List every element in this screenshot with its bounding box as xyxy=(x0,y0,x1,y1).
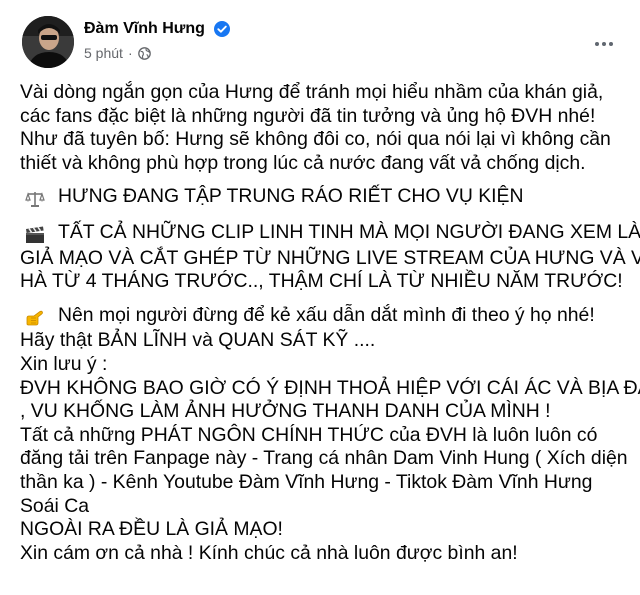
facebook-post: Đàm Vĩnh Hưng 5 phút · Vài dòng ngắn gọn… xyxy=(0,0,640,595)
meta-separator: · xyxy=(127,45,133,62)
pointing-line: Nên mọi người đừng để kẻ xấu dẫn dắt mìn… xyxy=(20,304,638,330)
body-line: Tất cả những PHÁT NGÔN CHÍNH THỨC của ĐV… xyxy=(20,423,598,446)
body-line: Như đã tuyên bố: Hưng sẽ không đôi co, n… xyxy=(20,128,611,151)
body-line: Xin lưu ý : xyxy=(20,352,108,375)
pointing-line-text: Nên mọi người đừng để kẻ xấu dẫn dắt mìn… xyxy=(58,303,595,326)
body-line: , VU KHỐNG LÀM ẢNH HƯỞNG THANH DANH CỦA … xyxy=(20,400,551,423)
body-line: HÀ TỪ 4 THÁNG TRƯỚC.., THẬM CHÍ LÀ TỪ NH… xyxy=(20,270,623,293)
post-header: Đàm Vĩnh Hưng 5 phút · xyxy=(22,16,622,70)
body-line: các fans đặc biệt là những người đã tin … xyxy=(20,104,596,127)
scales-line: HƯNG ĐANG TẬP TRUNG RÁO RIẾT CHO VỤ KIỆN xyxy=(20,185,638,211)
post-timestamp[interactable]: 5 phút xyxy=(84,45,123,61)
globe-icon[interactable] xyxy=(137,46,151,60)
clapper-board-icon xyxy=(22,223,48,247)
clapper-line-text: TẤT CẢ NHỮNG CLIP LINH TINH MÀ MỌI NGƯỜI… xyxy=(58,220,640,243)
author-name[interactable]: Đàm Vĩnh Hưng xyxy=(84,20,205,38)
body-line: NGOÀI RA ĐỀU LÀ GIẢ MẠO! xyxy=(20,518,283,541)
more-options-icon[interactable] xyxy=(586,26,622,62)
balance-scale-icon xyxy=(22,187,48,211)
body-line: Soái Ca xyxy=(20,494,89,517)
post-meta: 5 phút · xyxy=(84,45,230,61)
body-line: Xin cám ơn cả nhà ! Kính chúc cả nhà luô… xyxy=(20,541,518,564)
scales-line-text: HƯNG ĐANG TẬP TRUNG RÁO RIẾT CHO VỤ KIỆN xyxy=(58,185,524,208)
body-line: thần ka ) - Kênh Youtube Đàm Vĩnh Hưng -… xyxy=(20,470,593,493)
body-line: GIẢ MẠO VÀ CẮT GHÉP TỪ NHỮNG LIVE STREAM… xyxy=(20,246,640,269)
body-line: ĐVH KHÔNG BAO GIỜ CÓ Ý ĐỊNH THOẢ HIỆP VỚ… xyxy=(20,376,640,399)
pointing-hand-icon xyxy=(22,306,48,330)
verified-badge-icon xyxy=(214,21,231,37)
clapper-line: TẤT CẢ NHỮNG CLIP LINH TINH MÀ MỌI NGƯỜI… xyxy=(20,220,640,247)
body-line: Hãy thật BẢN LĨNH và QUAN SÁT KỸ .... xyxy=(20,329,376,352)
body-line: thiết và không phù hợp trong lúc cả nước… xyxy=(20,151,586,174)
body-line: đăng tải trên Fanpage này - Trang cá nhâ… xyxy=(20,447,628,470)
author-block: Đàm Vĩnh Hưng 5 phút · xyxy=(84,20,231,61)
body-line: Vài dòng ngắn gọn của Hưng để tránh mọi … xyxy=(20,81,604,103)
author-avatar[interactable] xyxy=(22,16,74,68)
post-body: Vài dòng ngắn gọn của Hưng để tránh mọi … xyxy=(20,81,640,565)
